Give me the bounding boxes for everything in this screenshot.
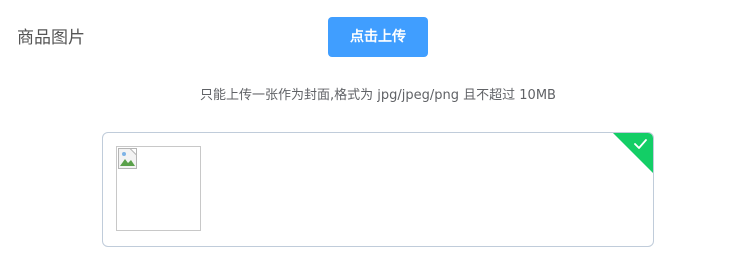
broken-image-icon: [118, 148, 137, 169]
upload-button[interactable]: 点击上传: [328, 17, 428, 57]
uploaded-file-card[interactable]: [102, 132, 654, 247]
file-thumbnail[interactable]: [116, 146, 201, 231]
field-label: 商品图片: [17, 28, 85, 48]
success-status-badge: [613, 133, 653, 173]
upload-tip: 只能上传一张作为封面,格式为 jpg/jpeg/png 且不超过 10MB: [200, 88, 556, 103]
